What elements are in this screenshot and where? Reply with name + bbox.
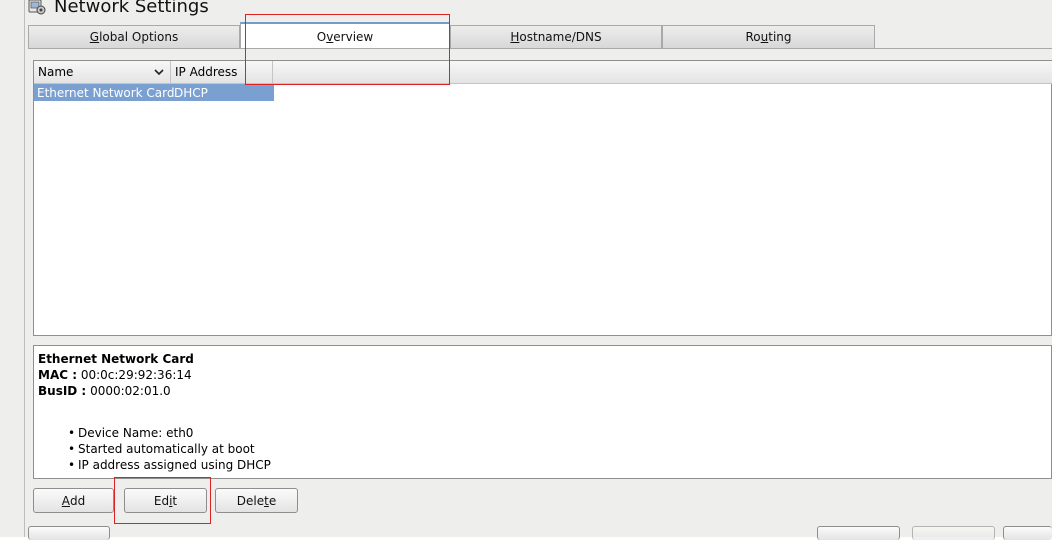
column-header-label: Name [38, 65, 74, 79]
tab-label-mnemonic: G [89, 30, 100, 44]
add-button[interactable]: Add [33, 488, 114, 513]
tab-label-mnemonic: H [510, 30, 520, 44]
page-title: Network Settings [54, 0, 209, 17]
tab-global-options[interactable]: Global Options [28, 25, 240, 48]
network-cards-table[interactable]: Name IP Address Ethernet Network Card DH… [33, 60, 1052, 336]
list-item: Started automatically at boot [68, 441, 1047, 457]
tab-label-post: ting [768, 30, 792, 44]
edit-button[interactable]: Ed i t [124, 488, 207, 513]
table-header-row: Name IP Address [34, 61, 1052, 84]
button-label-post: t [172, 493, 178, 508]
button-label-pre: Ed [153, 493, 170, 508]
tab-label-post: lobal Options [99, 30, 179, 44]
button-label-pre: Dele [236, 493, 265, 508]
button-label-mnemonic: A [61, 493, 70, 508]
column-header-name[interactable]: Name [34, 61, 171, 83]
busid-value: 0000:02:01.0 [90, 384, 171, 398]
details-bullet-list: Device Name: eth0 Started automatically … [38, 425, 1047, 473]
cell-name: Ethernet Network Card [37, 85, 175, 100]
tab-routing[interactable]: Ro u ting [662, 25, 875, 48]
title-bar: Network Settings [28, 0, 209, 18]
mac-value: 00:0c:29:92:36:14 [80, 368, 192, 382]
button-label-post: dd [69, 493, 86, 508]
table-row[interactable]: Ethernet Network Card DHCP [34, 84, 274, 101]
tab-hostname-dns[interactable]: Hostname/DNS [450, 25, 662, 48]
column-header-label: IP Address [175, 65, 238, 79]
tab-label-mnemonic: u [760, 30, 769, 44]
list-item: Device Name: eth0 [68, 425, 1047, 441]
device-details-pane: Ethernet Network Card MAC : 00:0c:29:92:… [33, 345, 1052, 479]
tab-label-post: erview [333, 29, 374, 44]
tab-label-pre: Ro [745, 30, 761, 44]
ok-button[interactable] [1003, 526, 1052, 540]
details-title: Ethernet Network Card [38, 352, 194, 366]
mac-label: MAC : [38, 368, 78, 382]
tab-label-post: ostname/DNS [519, 30, 602, 44]
delete-button[interactable]: Dele t e [215, 488, 298, 513]
left-window-edge [0, 0, 25, 537]
help-button[interactable] [28, 526, 110, 540]
list-item: IP address assigned using DHCP [68, 457, 1047, 473]
column-header-ip-address[interactable]: IP Address [171, 61, 273, 83]
tab-overview[interactable]: Ov erview [240, 22, 450, 49]
back-button[interactable] [912, 526, 995, 540]
tab-label-pre: O [316, 29, 327, 44]
button-label-post: e [268, 493, 277, 508]
cell-ip-address: DHCP [174, 85, 208, 100]
chevron-down-icon [154, 69, 164, 76]
cancel-button[interactable] [817, 526, 900, 540]
tab-label-mnemonic: v [326, 29, 334, 44]
busid-label: BusID : [38, 384, 87, 398]
network-settings-icon [28, 0, 46, 15]
